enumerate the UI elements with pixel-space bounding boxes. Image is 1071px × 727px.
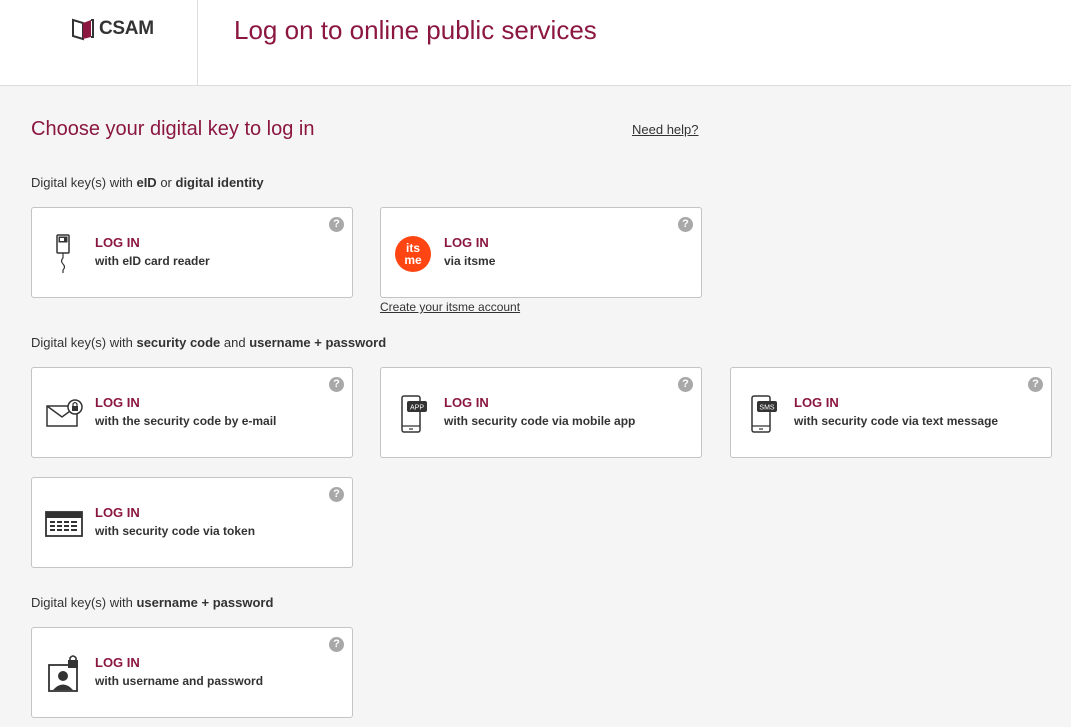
help-icon[interactable]: ? [329,377,344,392]
logo-area: CSAM [0,0,198,86]
card-subtitle: with security code via mobile app [444,414,636,428]
help-icon[interactable]: ? [329,487,344,502]
csam-logo[interactable]: CSAM [71,17,154,41]
help-icon[interactable]: ? [678,217,693,232]
page-header: CSAM Log on to online public services [0,0,1071,86]
login-card-itsme[interactable]: its me LOG IN via itsme ? [380,207,702,298]
login-card-username-password[interactable]: LOG IN with username and password ? [31,627,353,718]
section-mid: or [156,175,176,190]
card-subtitle: with eID card reader [95,254,210,268]
section-bold: security code [136,335,221,350]
card-title: LOG IN [444,235,489,250]
user-lock-icon [44,654,84,694]
card-subtitle: with username and password [95,674,264,688]
itsme-logo-text-me: me [404,253,422,267]
phone-app-icon: APP [393,394,433,434]
section-bold: eID [136,175,157,190]
token-icon [44,504,84,544]
section-prefix: Digital key(s) with [31,175,137,190]
card-reader-icon [44,234,84,274]
card-title: LOG IN [794,395,839,410]
card-subtitle: with security code via token [95,524,256,538]
card-subtitle: with the security code by e-mail [95,414,277,428]
section-bold: digital identity [175,175,264,190]
sms-badge-text: SMS [759,405,775,412]
card-title: LOG IN [95,395,140,410]
card-title: LOG IN [444,395,489,410]
csam-door-icon [72,18,94,41]
page-title: Log on to online public services [234,15,597,45]
phone-sms-icon: SMS [743,394,783,434]
need-help-link[interactable]: Need help? [632,122,699,137]
logo-text: CSAM [99,18,154,39]
login-card-eid[interactable]: LOG IN with eID card reader ? [31,207,353,298]
card-subtitle: with security code via text message [794,414,999,428]
section-bold: username + password [249,335,387,350]
help-icon[interactable]: ? [329,217,344,232]
section-prefix: Digital key(s) with [31,595,137,610]
help-icon[interactable]: ? [1028,377,1043,392]
help-icon[interactable]: ? [329,637,344,652]
help-icon[interactable]: ? [678,377,693,392]
login-card-token[interactable]: LOG IN with security code via token ? [31,477,353,568]
section-label-security-code: Digital key(s) with security code and us… [31,335,386,350]
card-title: LOG IN [95,235,140,250]
login-card-mobile-app[interactable]: APP LOG IN with security code via mobile… [380,367,702,458]
section-prefix: Digital key(s) with [31,335,137,350]
envelope-lock-icon [44,394,84,434]
card-title: LOG IN [95,655,140,670]
card-subtitle: via itsme [444,254,496,268]
section-mid: and [220,335,250,350]
section-label-eid: Digital key(s) with eID or digital ident… [31,175,264,190]
card-title: LOG IN [95,505,140,520]
login-card-email[interactable]: LOG IN with the security code by e-mail … [31,367,353,458]
section-label-username-password: Digital key(s) with username + password [31,595,273,610]
login-card-sms[interactable]: SMS LOG IN with security code via text m… [730,367,1052,458]
itsme-logo-icon: its me [393,234,433,274]
create-itsme-account-link[interactable]: Create your itsme account [380,300,520,314]
section-bold: username + password [136,595,274,610]
main-heading: Choose your digital key to log in [31,118,315,140]
app-badge-text: APP [410,405,424,412]
